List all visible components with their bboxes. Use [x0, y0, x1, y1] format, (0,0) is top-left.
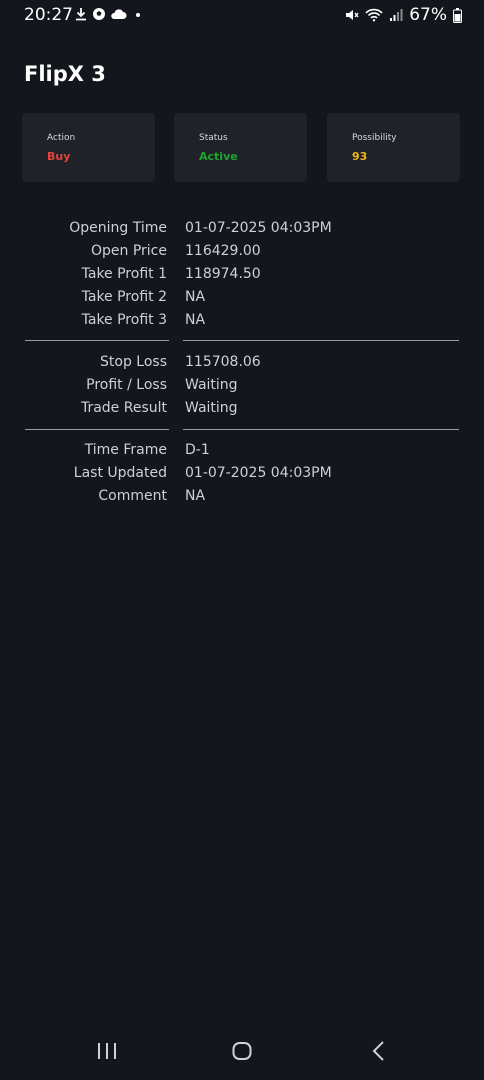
- detail-label: Take Profit 3: [81, 312, 167, 328]
- detail-row-profit-loss: Profit / Loss Waiting: [0, 377, 484, 399]
- detail-row-time-frame: Time Frame D-1: [0, 442, 484, 464]
- status-label: Status: [199, 133, 228, 143]
- divider: [25, 429, 169, 430]
- detail-label: Comment: [98, 488, 167, 504]
- system-nav-bar: [0, 1030, 484, 1080]
- detail-label: Open Price: [91, 243, 167, 259]
- mute-icon: [344, 8, 359, 22]
- detail-row-opening-time: Opening Time 01-07-2025 04:03PM: [0, 220, 484, 242]
- detail-label: Stop Loss: [100, 354, 167, 370]
- recent-apps-icon[interactable]: [96, 1040, 118, 1066]
- detail-value: 01-07-2025 04:03PM: [185, 220, 332, 236]
- dot-icon: [131, 8, 143, 20]
- detail-label: Take Profit 2: [81, 289, 167, 305]
- detail-row-trade-result: Trade Result Waiting: [0, 400, 484, 422]
- detail-row-last-updated: Last Updated 01-07-2025 04:03PM: [0, 465, 484, 487]
- detail-value: NA: [185, 312, 206, 328]
- detail-value: NA: [185, 289, 206, 305]
- status-time: 20:27: [24, 5, 73, 25]
- detail-value: 01-07-2025 04:03PM: [185, 465, 332, 481]
- signal-icon: [389, 8, 403, 22]
- divider: [183, 340, 459, 341]
- detail-label: Trade Result: [80, 400, 167, 416]
- status-value: Active: [199, 150, 238, 163]
- detail-label: Last Updated: [73, 465, 167, 481]
- detail-value: NA: [185, 488, 206, 504]
- detail-row-comment: Comment NA: [0, 488, 484, 510]
- possibility-value: 93: [352, 150, 368, 163]
- detail-value: Waiting: [185, 400, 238, 416]
- action-label: Action: [47, 133, 76, 143]
- detail-row-stop-loss: Stop Loss 115708.06: [0, 354, 484, 376]
- wifi-icon: [365, 8, 383, 22]
- summary-cards: Action Buy Status Active Possibility 93: [22, 113, 462, 182]
- detail-row-take-profit-3: Take Profit 3 NA: [0, 312, 484, 334]
- detail-label: Profit / Loss: [86, 377, 167, 393]
- home-icon[interactable]: [231, 1040, 253, 1066]
- action-value: Buy: [47, 150, 71, 163]
- status-bar: 20:27 67%: [0, 0, 484, 32]
- status-card[interactable]: Status Active: [174, 113, 307, 182]
- detail-value: Waiting: [185, 377, 238, 393]
- page-title: FlipX 3: [24, 62, 106, 86]
- cloud-icon: [110, 8, 127, 20]
- detail-value: 118974.50: [185, 266, 261, 282]
- action-card[interactable]: Action Buy: [22, 113, 155, 182]
- detail-value: D-1: [185, 442, 210, 458]
- detail-value: 116429.00: [185, 243, 261, 259]
- detail-label: Time Frame: [84, 442, 167, 458]
- back-icon[interactable]: [369, 1040, 391, 1066]
- possibility-label: Possibility: [352, 133, 397, 143]
- detail-value: 115708.06: [185, 354, 261, 370]
- detail-row-open-price: Open Price 116429.00: [0, 243, 484, 265]
- divider: [183, 429, 459, 430]
- divider: [25, 340, 169, 341]
- detail-label: Opening Time: [69, 220, 167, 236]
- battery-icon: [453, 7, 462, 23]
- soccer-ball-icon: [92, 7, 106, 21]
- download-icon: [74, 7, 88, 21]
- battery-percent: 67%: [409, 5, 447, 25]
- possibility-card[interactable]: Possibility 93: [327, 113, 460, 182]
- detail-row-take-profit-1: Take Profit 1 118974.50: [0, 266, 484, 288]
- detail-label: Take Profit 1: [81, 266, 167, 282]
- detail-row-take-profit-2: Take Profit 2 NA: [0, 289, 484, 311]
